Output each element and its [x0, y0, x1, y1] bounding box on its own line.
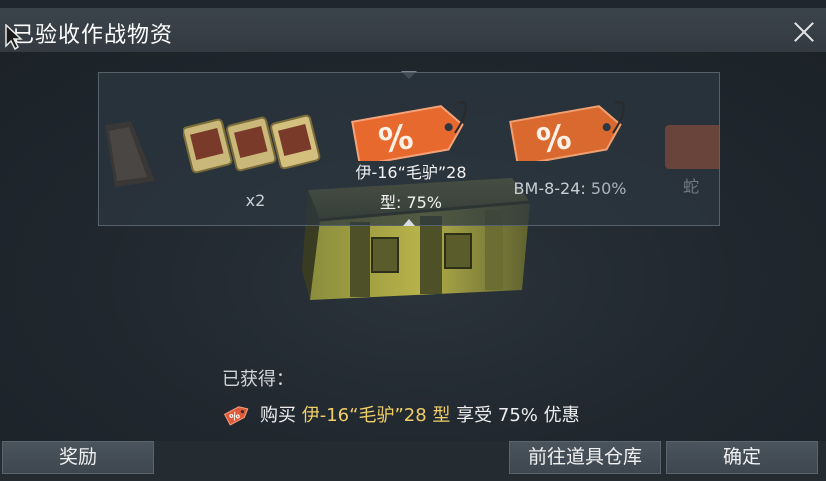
carousel-item-coupon[interactable]: % BM-8-24: 50% — [495, 99, 645, 219]
go-to-warehouse-button[interactable]: 前往道具仓库 — [509, 441, 661, 474]
carousel-item-partial-right[interactable]: 蛇 — [661, 119, 719, 209]
reward-carousel: x2 % 伊-16“毛驴”28 型: 75% % BM-8-24: 50% 蛇 — [98, 72, 720, 226]
carousel-item-coupon-selected[interactable]: % 伊-16“毛驴”28 型: 75% — [331, 99, 491, 227]
item-quantity: x2 — [245, 191, 266, 210]
item-caption-line1: 伊-16“毛驴”28 — [355, 163, 467, 182]
obtained-vehicle: 伊-16“毛驴”28 型 — [301, 405, 451, 426]
svg-text:%: % — [534, 117, 575, 161]
battle-cards-icon — [182, 114, 321, 174]
item-caption: BM-8-24: 50% — [495, 179, 645, 198]
mouse-cursor-icon — [5, 24, 23, 50]
obtained-label: 已获得： — [222, 369, 294, 390]
item-caption: 蛇 — [683, 177, 700, 196]
confirm-button[interactable]: 确定 — [666, 441, 818, 474]
item-image — [105, 121, 155, 187]
obtained-prefix: 购买 — [260, 405, 302, 426]
window-titlebar: 已验收作战物资 — [0, 8, 826, 52]
item-caption-line2: 型: 75% — [379, 193, 443, 212]
discount-tag-icon: % — [224, 406, 249, 426]
carousel-item-partial-left[interactable] — [105, 121, 155, 191]
rewards-button[interactable]: 奖励 — [2, 441, 154, 474]
obtained-suffix: 享受 75% 优惠 — [450, 405, 580, 426]
carousel-item-cards[interactable]: x2 — [182, 113, 328, 210]
window-title: 已验收作战物资 — [12, 23, 174, 48]
svg-text:%: % — [376, 117, 417, 161]
item-name: BM-8-24: — [513, 179, 591, 198]
close-button[interactable] — [790, 18, 818, 46]
carousel-selected-indicator — [403, 219, 415, 226]
item-image — [665, 125, 719, 169]
discount-coupon-icon: % — [351, 101, 467, 167]
obtained-reward: % 购买 伊-16“毛驴”28 型 享受 75% 优惠 — [224, 401, 580, 427]
item-discount: 50% — [590, 179, 627, 198]
discount-coupon-icon: % — [509, 101, 625, 167]
